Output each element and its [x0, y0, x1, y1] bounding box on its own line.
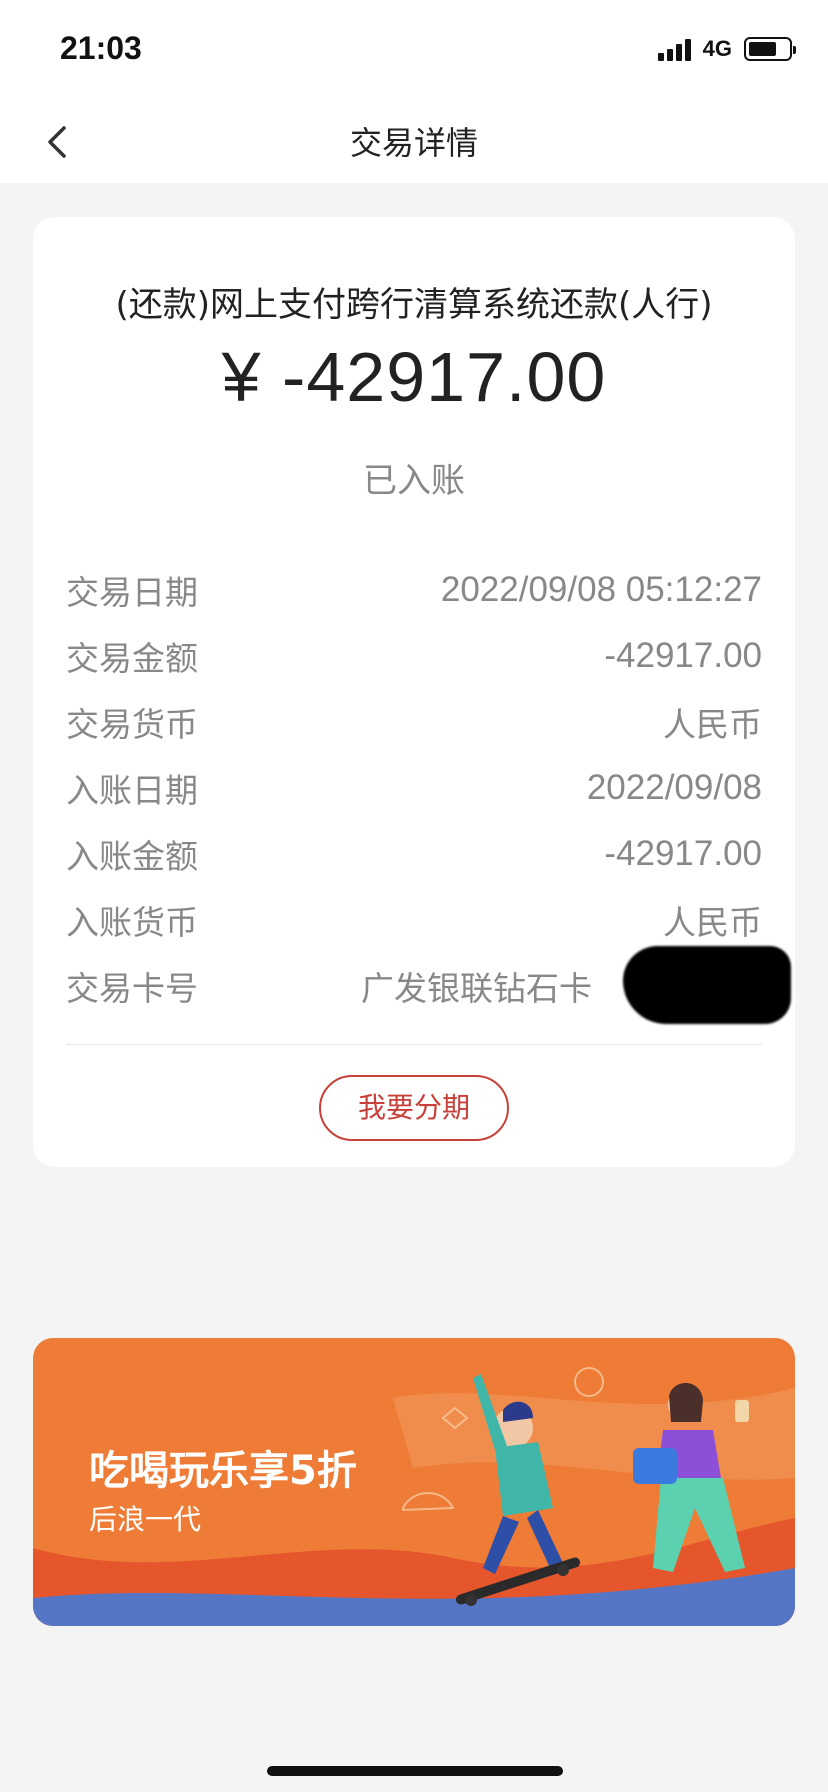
divider: [66, 1044, 762, 1045]
transaction-status: 已入账: [363, 461, 465, 501]
redaction-mark: [623, 946, 791, 1024]
detail-row-posting-date: 入账日期 2022/09/08: [66, 755, 762, 821]
banner-subtitle: 后浪一代: [89, 1503, 202, 1536]
detail-label: 交易货币: [66, 705, 198, 744]
detail-row-transaction-date: 交易日期 2022/09/08 05:12:27: [66, 557, 762, 623]
battery-icon: [744, 37, 796, 61]
transaction-amount: ¥ -42917.00: [221, 338, 607, 416]
detail-value: -42917.00: [604, 636, 762, 675]
transaction-card: (还款)网上支付跨行清算系统还款(人行) ¥ -42917.00 已入账 交易日…: [33, 217, 795, 1167]
banner-title: 吃喝玩乐享5折: [89, 1448, 357, 1494]
navigation-bar: 交易详情: [0, 100, 828, 183]
detail-value: 广发银联钻石卡: [361, 969, 592, 1008]
detail-label: 入账金额: [66, 837, 198, 876]
detail-value: 人民币: [663, 903, 762, 942]
detail-value: 人民币: [663, 705, 762, 744]
page-title: 交易详情: [349, 124, 478, 162]
detail-label: 入账货币: [66, 903, 198, 942]
promo-banner[interactable]: 吃喝玩乐享5折 后浪一代: [33, 1338, 795, 1626]
status-time: 21:03: [60, 30, 142, 66]
home-indicator: [267, 1766, 563, 1776]
detail-list: 交易日期 2022/09/08 05:12:27 交易金额 -42917.00 …: [66, 557, 791, 1024]
detail-label: 交易日期: [66, 573, 198, 612]
detail-label: 交易卡号: [66, 969, 198, 1008]
card-number: 广发银联钻石卡: [361, 946, 791, 1024]
status-indicators: 4G: [657, 36, 796, 62]
detail-value: -42917.00: [604, 834, 762, 873]
detail-row-transaction-amount: 交易金额 -42917.00: [66, 623, 762, 689]
status-bar: 21:03 4G: [0, 0, 828, 100]
network-type: 4G: [702, 36, 732, 61]
detail-value: 2022/09/08 05:12:27: [440, 570, 762, 609]
installment-button[interactable]: 我要分期: [319, 1075, 509, 1141]
signal-icon: [657, 37, 691, 61]
detail-row-transaction-currency: 交易货币 人民币: [66, 689, 762, 755]
detail-row-card-number: 交易卡号 广发银联钻石卡: [66, 946, 791, 1024]
detail-row-posting-amount: 入账金额 -42917.00: [66, 821, 762, 887]
detail-row-posting-currency: 入账货币 人民币: [66, 887, 762, 953]
detail-value: 2022/09/08: [586, 768, 762, 807]
transaction-title: (还款)网上支付跨行清算系统还款(人行): [115, 285, 713, 325]
detail-label: 入账日期: [66, 771, 198, 810]
detail-label: 交易金额: [66, 639, 198, 678]
